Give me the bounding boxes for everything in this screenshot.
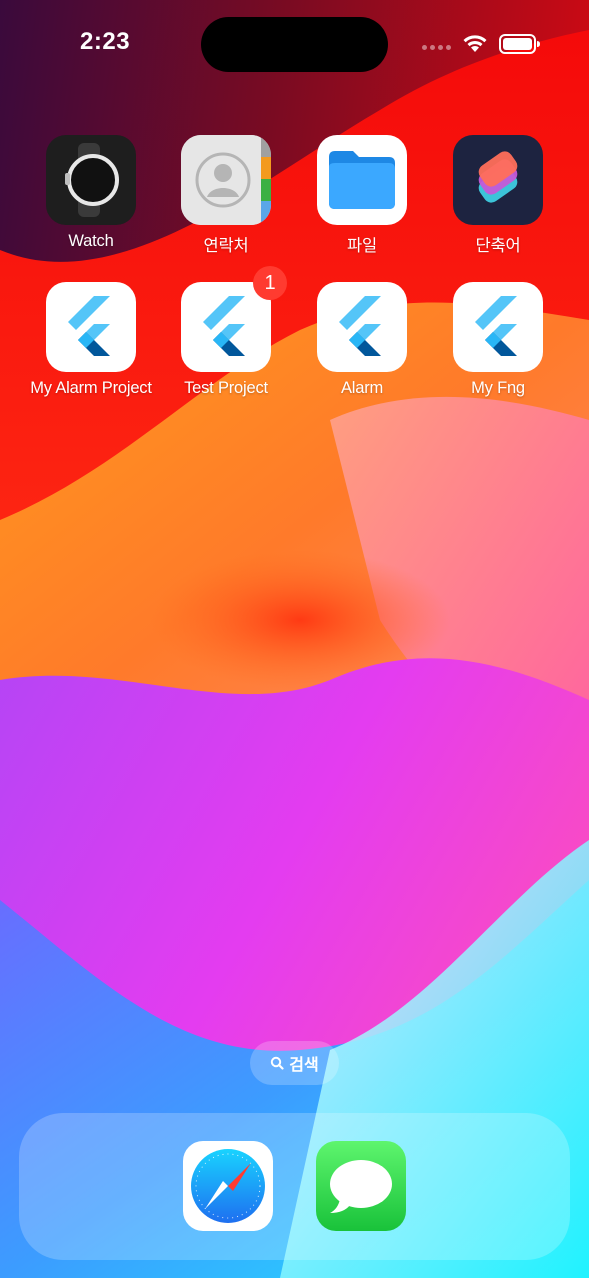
- contacts-icon: [181, 135, 271, 225]
- flutter-icon: [453, 282, 543, 372]
- flutter-icon: [317, 282, 407, 372]
- files-folder-icon: [317, 135, 407, 225]
- safari-compass-icon: [191, 1149, 265, 1223]
- app-label: 단축어: [475, 237, 521, 255]
- app-shortcuts[interactable]: 단축어: [430, 135, 566, 256]
- app-label: My Fng: [471, 379, 525, 397]
- dock-app-safari[interactable]: [183, 1141, 273, 1231]
- status-time: 2:23: [80, 28, 131, 55]
- dock-app-messages[interactable]: [316, 1141, 406, 1231]
- flutter-icon: [46, 282, 136, 372]
- dynamic-island: [201, 17, 388, 72]
- app-label: 파일: [347, 237, 377, 255]
- battery-icon: [499, 34, 540, 54]
- app-files[interactable]: 파일: [294, 135, 430, 256]
- app-my-fng[interactable]: My Fng: [430, 282, 566, 398]
- watch-icon: [46, 135, 136, 225]
- dock: [19, 1113, 570, 1260]
- app-contacts[interactable]: 연락처: [158, 135, 294, 256]
- app-label: 연락처: [203, 237, 249, 255]
- search-label: 검색: [289, 1057, 319, 1074]
- wifi-icon: [463, 35, 487, 52]
- search-button[interactable]: 검색: [250, 1041, 339, 1085]
- shortcuts-icon: [453, 135, 543, 225]
- app-my-alarm-project[interactable]: My Alarm Project: [23, 282, 159, 398]
- app-label: Watch: [68, 232, 114, 250]
- app-label: Alarm: [340, 379, 384, 397]
- notification-badge: 1: [253, 266, 287, 300]
- app-watch[interactable]: Watch: [23, 135, 159, 251]
- app-label: My Alarm Project: [30, 379, 152, 397]
- app-alarm[interactable]: Alarm: [294, 282, 430, 398]
- search-icon: [271, 1056, 284, 1070]
- app-label: Test Project: [184, 379, 268, 397]
- messages-bubble-icon: [330, 1160, 392, 1213]
- cellular-dots-icon: [422, 45, 451, 50]
- app-test-project[interactable]: 1 Test Project: [158, 266, 294, 398]
